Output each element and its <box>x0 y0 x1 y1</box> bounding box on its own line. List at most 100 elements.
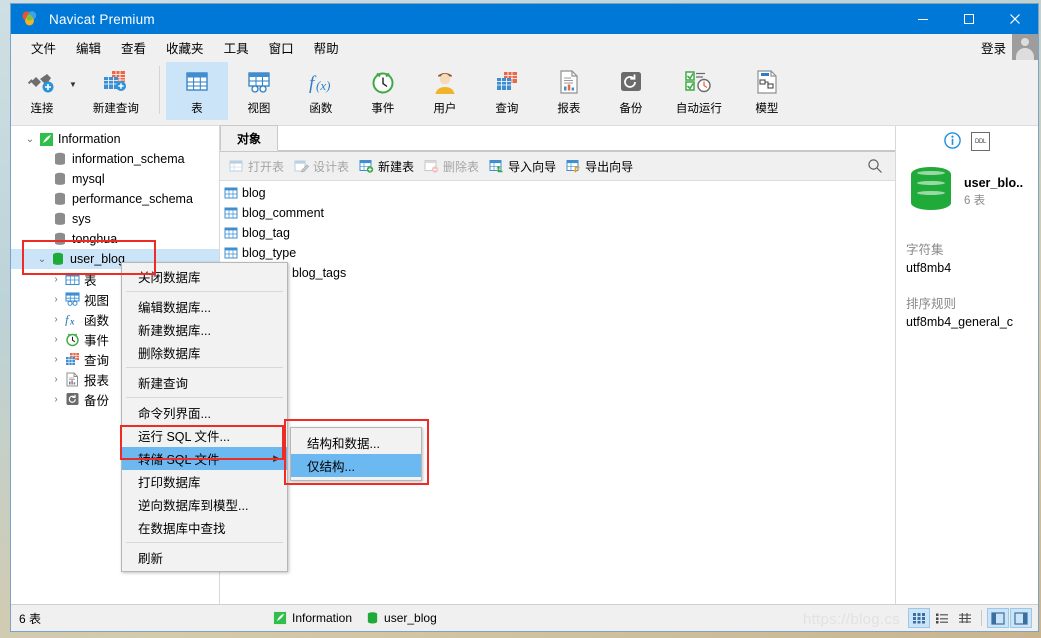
ctx-find-in-database[interactable]: 在数据库中查找 <box>122 516 287 539</box>
function-icon: fx <box>63 312 81 326</box>
object-toolbar: 打开表 设计表 新建表 删除表 导入向导 导出向导 <box>220 152 895 181</box>
list-item[interactable]: blog <box>220 183 895 203</box>
maximize-button[interactable] <box>946 4 992 34</box>
ctx-print-database[interactable]: 打印数据库 <box>122 470 287 493</box>
tree-db-mysql[interactable]: mysql <box>11 169 219 189</box>
toolbar-new-query[interactable]: 新建查询 <box>79 62 153 120</box>
view-mode-buttons <box>908 608 1032 628</box>
view-icon <box>63 292 81 306</box>
list-item[interactable]: blog_comment <box>220 203 895 223</box>
tree-item-label: 查询 <box>84 353 110 368</box>
export-wizard-label: 导出向导 <box>585 159 634 174</box>
menu-edit[interactable]: 编辑 <box>66 35 111 60</box>
database-gray-icon <box>51 192 69 206</box>
design-table-button[interactable]: 设计表 <box>289 156 354 177</box>
toolbar-model[interactable]: 模型 <box>736 62 798 120</box>
chevron-right-icon[interactable]: › <box>49 374 63 385</box>
tree-db-performance-schema[interactable]: performance_schema <box>11 189 219 209</box>
tree-item-label: 备份 <box>84 393 110 408</box>
database-context-menu: 关闭数据库 编辑数据库... 新建数据库... 删除数据库 新建查询 命令列界面… <box>121 262 288 572</box>
menu-file[interactable]: 文件 <box>21 35 66 60</box>
chevron-right-icon[interactable]: › <box>49 274 63 285</box>
tree-db-label: information_schema <box>72 152 185 166</box>
menu-favorites[interactable]: 收藏夹 <box>156 35 214 60</box>
minimize-button[interactable] <box>900 4 946 34</box>
import-wizard-button[interactable]: 导入向导 <box>484 156 561 177</box>
ctx-close-database[interactable]: 关闭数据库 <box>122 265 287 288</box>
submenu-structure-and-data[interactable]: 结构和数据... <box>291 431 421 454</box>
ctx-dump-sql-file[interactable]: 转储 SQL 文件 ▶ <box>122 447 287 470</box>
chevron-down-icon[interactable]: ⌄ <box>35 254 49 265</box>
delete-table-button[interactable]: 删除表 <box>419 156 484 177</box>
info-panel-subtitle: 6 表 <box>964 194 986 207</box>
connection-icon <box>27 67 57 97</box>
list-item[interactable]: blog_type <box>220 243 895 263</box>
menu-window[interactable]: 窗口 <box>259 35 304 60</box>
new-table-button[interactable]: 新建表 <box>354 156 419 177</box>
menu-help[interactable]: 帮助 <box>304 35 349 60</box>
table-icon <box>183 67 211 97</box>
ctx-edit-database[interactable]: 编辑数据库... <box>122 295 287 318</box>
tree-db-information-schema[interactable]: information_schema <box>11 149 219 169</box>
status-connection-info: Information user_blog <box>273 611 437 625</box>
tree-item-label: 事件 <box>84 333 110 348</box>
list-item[interactable]: blog_tag <box>220 223 895 243</box>
connection-dropdown-caret-icon[interactable]: ▼ <box>69 80 77 89</box>
toolbar-connection[interactable]: 连接 <box>11 62 73 120</box>
toolbar-function[interactable]: f (x) 函数 <box>290 62 352 120</box>
toolbar-backup[interactable]: 备份 <box>600 62 662 120</box>
login-link[interactable]: 登录 <box>981 38 1006 57</box>
tab-objects[interactable]: 对象 <box>220 125 279 151</box>
ctx-reverse-database-to-model[interactable]: 逆向数据库到模型... <box>122 493 287 516</box>
tree-connection-information[interactable]: ⌄ Information <box>11 129 219 149</box>
ctx-refresh[interactable]: 刷新 <box>122 546 287 569</box>
tree-db-label: sys <box>72 212 91 226</box>
ctx-new-query[interactable]: 新建查询 <box>122 371 287 394</box>
toolbar-query[interactable]: 查询 <box>476 62 538 120</box>
open-table-button[interactable]: 打开表 <box>224 156 289 177</box>
window-controls <box>900 4 1038 34</box>
automation-icon <box>684 67 714 97</box>
table-name: blog_tags <box>292 266 347 280</box>
right-pane-toggle[interactable] <box>1010 608 1032 628</box>
tree-item-label: 函数 <box>84 313 110 328</box>
chevron-right-icon[interactable]: › <box>49 394 63 405</box>
toolbar-report[interactable]: 报表 <box>538 62 600 120</box>
toolbar-user[interactable]: 用户 <box>414 62 476 120</box>
list-item[interactable]: blog_tags <box>220 263 895 283</box>
ctx-run-sql-file[interactable]: 运行 SQL 文件... <box>122 424 287 447</box>
tree-db-sys[interactable]: sys <box>11 209 219 229</box>
list-view-button[interactable] <box>931 608 953 628</box>
left-pane-toggle[interactable] <box>987 608 1009 628</box>
info-circle-icon[interactable] <box>944 132 961 154</box>
menu-tools[interactable]: 工具 <box>214 35 259 60</box>
ctx-delete-database[interactable]: 删除数据库 <box>122 341 287 364</box>
chevron-right-icon[interactable]: › <box>49 354 63 365</box>
chevron-right-icon[interactable]: › <box>49 314 63 325</box>
toolbar-view[interactable]: 视图 <box>228 62 290 120</box>
export-wizard-button[interactable]: 导出向导 <box>561 156 638 177</box>
tree-db-tonghua[interactable]: tonghua <box>11 229 219 249</box>
table-name: blog_type <box>242 246 297 260</box>
menu-view[interactable]: 查看 <box>111 35 156 60</box>
table-icon <box>224 187 238 200</box>
status-database-label: user_blog <box>384 611 437 625</box>
toolbar-automation[interactable]: 自动运行 <box>662 62 736 120</box>
toolbar-backup-label: 备份 <box>619 103 643 115</box>
toolbar-event[interactable]: 事件 <box>352 62 414 120</box>
toolbar-table[interactable]: 表 <box>165 62 228 120</box>
detail-view-button[interactable] <box>954 608 976 628</box>
chevron-right-icon[interactable]: › <box>49 334 63 345</box>
user-avatar-icon[interactable] <box>1012 34 1038 60</box>
chevron-down-icon[interactable]: ⌄ <box>23 134 37 145</box>
grid-view-button[interactable] <box>908 608 930 628</box>
submenu-structure-only[interactable]: 仅结构... <box>291 454 421 477</box>
ddl-icon[interactable]: DDL <box>971 132 990 151</box>
toolbar-automation-label: 自动运行 <box>675 103 722 115</box>
ctx-new-database[interactable]: 新建数据库... <box>122 318 287 341</box>
toolbar-event-label: 事件 <box>371 103 395 115</box>
close-button[interactable] <box>992 4 1038 34</box>
search-icon[interactable] <box>867 158 883 179</box>
ctx-command-line[interactable]: 命令列界面... <box>122 401 287 424</box>
chevron-right-icon[interactable]: › <box>49 294 63 305</box>
